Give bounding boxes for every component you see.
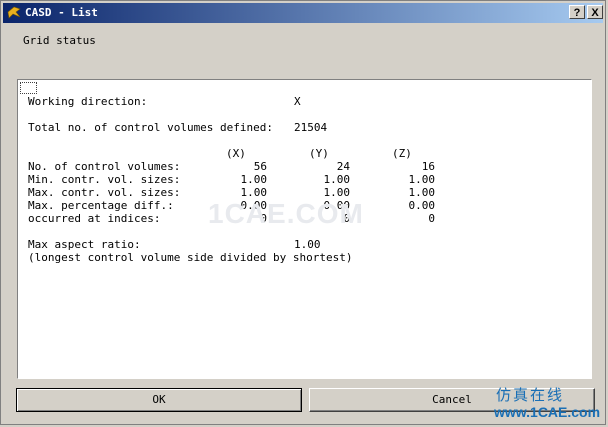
row-value-z: 1.00 [408,173,436,186]
aspect-ratio-note: (longest control volume side divided by … [28,251,353,264]
title-bar[interactable]: CASD - List ? X [3,3,603,23]
row-value-z: 0.00 [408,199,436,212]
close-button[interactable]: X [587,5,603,19]
row-label: Max. percentage diff.: [28,199,174,212]
row-value-z: 16 [421,160,435,173]
row-value-y: 1.00 [323,173,351,186]
window-title: CASD - List [25,6,98,19]
row-value-z: 0 [428,212,435,225]
row-value-x: 56 [253,160,267,173]
help-button[interactable]: ? [569,5,585,19]
working-direction-label: Working direction: [28,95,148,108]
focus-indicator [20,82,37,94]
col-header-x: (X) [226,147,246,160]
dialog-caption: Grid status [23,34,96,47]
row-label: No. of control volumes: [28,160,181,173]
row-value-x: 1.00 [240,173,268,186]
row-label: occurred at indices: [28,212,161,225]
total-volumes-label: Total no. of control volumes defined: [28,121,274,134]
row-value-z: 1.00 [408,186,436,199]
col-header-z: (Z) [392,147,412,160]
total-volumes-value: 21504 [294,121,328,134]
app-icon [7,6,21,19]
working-direction-value: X [294,95,301,108]
row-label: Max. contr. vol. sizes: [28,186,181,199]
row-label: Min. contr. vol. sizes: [28,173,181,186]
col-header-y: (Y) [309,147,329,160]
watermark-center: 1CAE.COM [208,198,364,229]
cancel-button[interactable]: Cancel [309,388,595,412]
aspect-ratio-value: 1.00 [294,238,321,251]
ok-button[interactable]: OK [16,388,302,412]
list-dialog: CASD - List ? X Grid status Working dire… [0,0,606,425]
aspect-ratio-label: Max aspect ratio: [28,238,141,251]
grid-status-listing[interactable]: Working direction: X Total no. of contro… [17,79,592,379]
row-value-y: 24 [336,160,350,173]
